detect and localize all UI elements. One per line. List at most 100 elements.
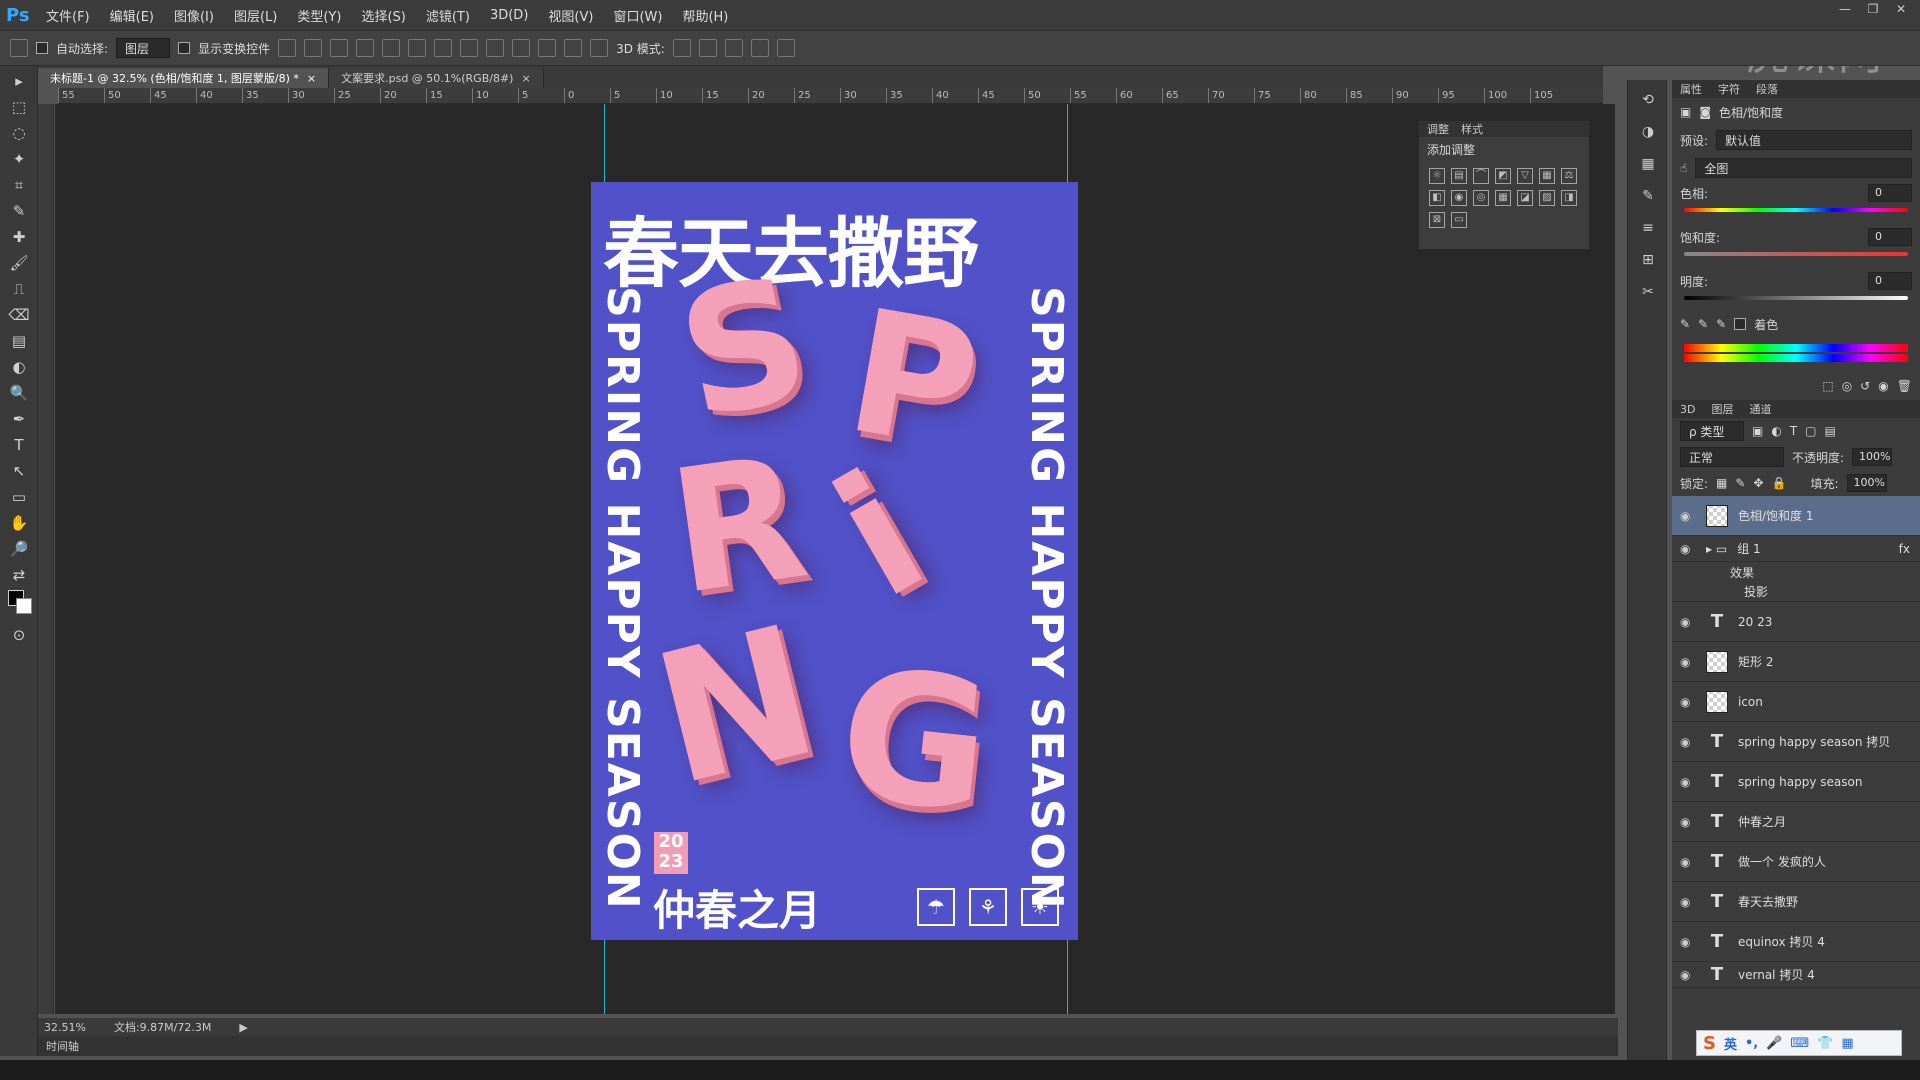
- black-white-icon[interactable]: ◧: [1429, 190, 1445, 206]
- filter-pixel-icon[interactable]: ▣: [1752, 424, 1763, 438]
- layer-row[interactable]: ◉ T spring happy season 拷贝: [1672, 722, 1920, 762]
- layer-row[interactable]: ◉ T 仲春之月: [1672, 802, 1920, 842]
- threshold-icon[interactable]: ◨: [1561, 190, 1577, 206]
- view-previous-icon[interactable]: ◎: [1842, 379, 1852, 393]
- dodge-tool-icon[interactable]: ◐: [7, 356, 31, 378]
- lock-all-icon[interactable]: 🔒: [1772, 476, 1787, 490]
- distribute-top-icon[interactable]: [434, 39, 453, 57]
- tab-styles[interactable]: 样式: [1461, 121, 1483, 137]
- layer-row[interactable]: ◉ ▸ ▭ 组 1 fx: [1672, 536, 1920, 562]
- layer-row[interactable]: ◉ 色相/饱和度 1: [1672, 496, 1920, 536]
- swap-colors-icon[interactable]: ⇄: [7, 564, 31, 586]
- eyedropper-icon[interactable]: ✎: [1680, 317, 1690, 331]
- eye-icon[interactable]: ◉: [1680, 895, 1696, 909]
- restore-button[interactable]: ❐: [1862, 2, 1884, 16]
- layer-row[interactable]: ◉ icon: [1672, 682, 1920, 722]
- tab-channels[interactable]: 通道: [1749, 401, 1771, 417]
- layer-row[interactable]: ◉ T 20 23: [1672, 602, 1920, 642]
- eyedropper-plus-icon[interactable]: ✎: [1698, 317, 1708, 331]
- lightness-slider[interactable]: [1684, 296, 1908, 300]
- ime-mic-icon[interactable]: 🎤: [1766, 1036, 1782, 1051]
- layer-effect-row[interactable]: 效果: [1672, 562, 1920, 582]
- roll-3d-icon[interactable]: [698, 39, 717, 57]
- show-transform-checkbox[interactable]: [178, 42, 191, 54]
- layer-effect-row[interactable]: 投影: [1672, 582, 1920, 602]
- fx-icon[interactable]: fx: [1899, 542, 1910, 556]
- saturation-slider[interactable]: [1684, 252, 1908, 256]
- stamp-tool-icon[interactable]: ⎍: [7, 278, 31, 300]
- eye-icon[interactable]: ◉: [1680, 655, 1696, 669]
- tools-preset-icon[interactable]: ✂: [1637, 284, 1659, 304]
- menu-3d[interactable]: 3D(D): [480, 8, 538, 23]
- color-icon[interactable]: ◑: [1637, 124, 1659, 144]
- marquee-tool-icon[interactable]: ⬚: [7, 96, 31, 118]
- history-icon[interactable]: ⟲: [1637, 92, 1659, 112]
- align-center-icon[interactable]: [382, 39, 401, 57]
- kind-filter-dropdown[interactable]: ρ 类型: [1680, 421, 1744, 441]
- distribute-right-icon[interactable]: [564, 39, 583, 57]
- align-bottom-icon[interactable]: [330, 39, 349, 57]
- eyedropper-minus-icon[interactable]: ✎: [1716, 317, 1726, 331]
- hue-saturation-icon[interactable]: ▦: [1539, 168, 1555, 184]
- layer-row[interactable]: ◉ T 做一个 发疯的人: [1672, 842, 1920, 882]
- channel-dropdown[interactable]: 全图: [1695, 158, 1912, 178]
- align-right-icon[interactable]: [408, 39, 427, 57]
- healing-brush-tool-icon[interactable]: ✚: [7, 226, 31, 248]
- eye-icon[interactable]: ◉: [1680, 935, 1696, 949]
- swatches-icon[interactable]: ▦: [1637, 156, 1659, 176]
- auto-select-dropdown[interactable]: 图层: [116, 38, 171, 58]
- eye-icon[interactable]: ◉: [1680, 542, 1696, 556]
- menu-window[interactable]: 窗口(W): [603, 6, 672, 25]
- gradient-map-icon[interactable]: ▭: [1451, 212, 1467, 228]
- eye-icon[interactable]: ◉: [1680, 968, 1696, 982]
- menu-filter[interactable]: 滤镜(T): [416, 6, 480, 25]
- pen-tool-icon[interactable]: ✒: [7, 408, 31, 430]
- reset-icon[interactable]: ↺: [1860, 379, 1870, 393]
- layer-row[interactable]: ◉ T 春天去撒野: [1672, 882, 1920, 922]
- posterize-icon[interactable]: ▨: [1539, 190, 1555, 206]
- auto-select-checkbox[interactable]: [36, 42, 48, 54]
- tab-layers[interactable]: 图层: [1711, 401, 1733, 417]
- distribute-left-icon[interactable]: [512, 39, 531, 57]
- close-button[interactable]: ✕: [1890, 2, 1912, 16]
- color-swatches[interactable]: [4, 590, 34, 620]
- doc-tab-active[interactable]: 未标题-1 @ 32.5% (色相/饱和度 1, 图层蒙版/8) * ×: [38, 68, 330, 88]
- magic-wand-tool-icon[interactable]: ✦: [7, 148, 31, 170]
- tab-character[interactable]: 字符: [1718, 81, 1740, 97]
- brush-tool-icon[interactable]: 🖌: [7, 252, 31, 274]
- preset-dropdown[interactable]: 默认值: [1716, 130, 1912, 150]
- color-balance-icon[interactable]: ⚖: [1561, 168, 1577, 184]
- layer-row[interactable]: ◉ T vernal 拷贝 4: [1672, 962, 1920, 988]
- ime-punct-icon[interactable]: •,: [1745, 1036, 1758, 1051]
- menu-layer[interactable]: 图层(L): [224, 6, 287, 25]
- ime-lang[interactable]: 英: [1724, 1034, 1737, 1053]
- selective-color-icon[interactable]: ⊠: [1429, 212, 1445, 228]
- scale-3d-icon[interactable]: [776, 39, 795, 57]
- menu-edit[interactable]: 编辑(E): [100, 6, 164, 25]
- align-left-icon[interactable]: [356, 39, 375, 57]
- poster-artwork[interactable]: 春天去撒野 SPRING HAPPY SEASON SPRING HAPPY S…: [591, 182, 1078, 940]
- distribute-bottom-icon[interactable]: [486, 39, 505, 57]
- move-tool-icon[interactable]: [10, 39, 28, 57]
- auto-align-icon[interactable]: [590, 39, 609, 57]
- drag-3d-icon[interactable]: [724, 39, 743, 57]
- lightness-input[interactable]: 0: [1868, 272, 1912, 290]
- hue-slider[interactable]: [1684, 208, 1908, 212]
- lock-transparent-icon[interactable]: ▦: [1716, 476, 1727, 490]
- hand-tool-icon[interactable]: ✋: [7, 512, 31, 534]
- shape-tool-icon[interactable]: ▭: [7, 486, 31, 508]
- eye-icon[interactable]: ◉: [1680, 615, 1696, 629]
- zoom-tool-icon[interactable]: 🔎: [7, 538, 31, 560]
- eye-icon[interactable]: ◉: [1680, 735, 1696, 749]
- eye-icon[interactable]: ◉: [1680, 509, 1696, 523]
- background-color-swatch[interactable]: [16, 598, 32, 614]
- tab-adjustments[interactable]: 调整: [1427, 121, 1449, 137]
- visibility-icon[interactable]: ◉: [1878, 379, 1888, 393]
- eye-icon[interactable]: ◉: [1680, 855, 1696, 869]
- timeline-label[interactable]: 时间轴: [46, 1038, 79, 1054]
- target-adjust-icon[interactable]: ☝: [1680, 161, 1687, 175]
- tab-paragraph[interactable]: 段落: [1756, 81, 1778, 97]
- blend-mode-dropdown[interactable]: 正常: [1680, 447, 1784, 467]
- brush-presets-icon[interactable]: ✎: [1637, 188, 1659, 208]
- quick-mask-icon[interactable]: ⊙: [7, 624, 31, 646]
